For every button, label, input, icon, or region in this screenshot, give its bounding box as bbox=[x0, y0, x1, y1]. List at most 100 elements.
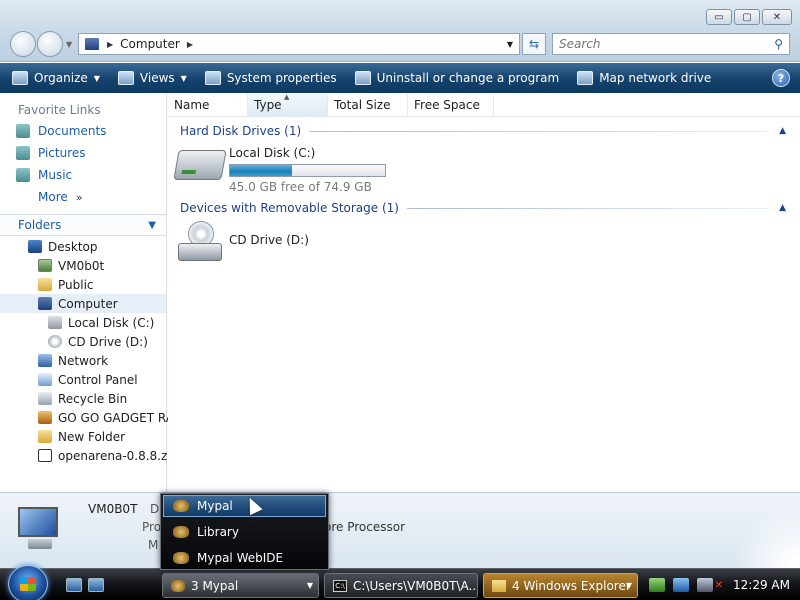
tree-item-label: openarena-0.8.8.zip bbox=[58, 448, 179, 463]
volume-icon[interactable] bbox=[696, 578, 713, 592]
task-label: 4 Windows Explorer bbox=[512, 578, 631, 593]
collapse-icon[interactable]: ▲ bbox=[779, 203, 786, 213]
maximize-button[interactable]: ▢ bbox=[734, 9, 760, 25]
tree-item-control-panel[interactable]: Control Panel bbox=[0, 370, 166, 389]
breadcrumb-separator[interactable]: ▶ bbox=[107, 40, 113, 49]
tree-item-user[interactable]: VM0b0t bbox=[0, 256, 166, 275]
minimize-button[interactable]: ▭ bbox=[706, 9, 732, 25]
title-bar: ▭ ▢ ✕ ▼ ▶ Computer ▶ ▼ ⇆ ⚲ bbox=[0, 0, 800, 62]
system-tray: ✕ 12:29 AM bbox=[648, 571, 800, 599]
group-divider bbox=[406, 207, 770, 209]
tree-item-new-folder[interactable]: New Folder bbox=[0, 427, 166, 446]
popup-item-webide[interactable]: Mypal WebIDE bbox=[161, 545, 328, 571]
favorite-link-documents[interactable]: Documents bbox=[0, 120, 166, 142]
computer-icon bbox=[14, 507, 66, 551]
tree-item-public[interactable]: Public bbox=[0, 275, 166, 294]
column-label: Free Space bbox=[414, 98, 480, 112]
tree-item-label: CD Drive (D:) bbox=[68, 334, 148, 349]
switch-windows-icon[interactable] bbox=[88, 578, 104, 592]
recent-pages-dropdown[interactable]: ▼ bbox=[66, 40, 72, 49]
refresh-button[interactable]: ⇆ bbox=[522, 33, 546, 55]
group-title: Devices with Removable Storage (1) bbox=[180, 201, 399, 215]
cd-icon bbox=[48, 335, 62, 348]
cd-drive-icon bbox=[178, 221, 222, 265]
group-header-removable[interactable]: Devices with Removable Storage (1) ▲ bbox=[168, 197, 800, 219]
organize-button[interactable]: Organize ▼ bbox=[12, 71, 100, 85]
tree-item-label: Computer bbox=[58, 296, 118, 311]
favorite-link-pictures[interactable]: Pictures bbox=[0, 142, 166, 164]
column-header-total-size[interactable]: Total Size bbox=[328, 93, 408, 117]
tree-item-zip[interactable]: openarena-0.8.8.zip bbox=[0, 446, 178, 465]
favorite-link-label: Documents bbox=[38, 124, 107, 138]
mypal-icon bbox=[173, 552, 189, 564]
column-header-name[interactable]: Name bbox=[168, 93, 248, 117]
column-header-type[interactable]: ▲ Type bbox=[248, 92, 328, 117]
chevron-down-icon: ▼ bbox=[93, 73, 100, 83]
address-dropdown[interactable]: ▼ bbox=[507, 40, 513, 49]
group-header-hard-disks[interactable]: Hard Disk Drives (1) ▲ bbox=[168, 120, 800, 142]
drive-name: Local Disk (C:) bbox=[229, 146, 316, 160]
computer-icon bbox=[38, 297, 52, 310]
uninstall-program-button[interactable]: Uninstall or change a program bbox=[354, 71, 559, 85]
disk-icon bbox=[48, 316, 62, 329]
popup-item-library[interactable]: Library bbox=[161, 519, 328, 545]
popup-item-label: Mypal bbox=[197, 499, 233, 513]
task-label: 3 Mypal bbox=[191, 578, 239, 593]
tree-item-label: Local Disk (C:) bbox=[68, 315, 155, 330]
favorite-link-music[interactable]: Music bbox=[0, 164, 166, 186]
taskbar-button-cmd[interactable]: C:\ C:\Users\VM0B0T\A... bbox=[324, 573, 478, 598]
column-header-free-space[interactable]: Free Space bbox=[408, 93, 494, 117]
taskbar-button-explorer[interactable]: 4 Windows Explorer ▼ bbox=[483, 573, 638, 598]
popup-item-mypal[interactable]: Mypal bbox=[163, 495, 326, 517]
system-properties-button[interactable]: System properties bbox=[204, 71, 337, 85]
tree-item-computer[interactable]: Computer bbox=[0, 294, 166, 313]
taskbar-button-mypal[interactable]: 3 Mypal ▼ bbox=[162, 573, 319, 598]
free-space-text: 45.0 GB free of 74.9 GB bbox=[229, 180, 372, 194]
collapse-icon[interactable]: ▲ bbox=[779, 126, 786, 136]
tree-item-desktop[interactable]: Desktop bbox=[0, 237, 166, 256]
system-tray-icon[interactable] bbox=[648, 578, 665, 592]
search-input[interactable] bbox=[559, 37, 759, 51]
tree-item-local-disk[interactable]: Local Disk (C:) bbox=[0, 313, 166, 332]
map-drive-icon bbox=[577, 71, 594, 85]
folders-header[interactable]: Folders ▼ bbox=[0, 214, 166, 236]
forward-button[interactable] bbox=[37, 31, 63, 57]
disk-usage-bar bbox=[229, 164, 386, 177]
show-desktop-icon[interactable] bbox=[66, 578, 82, 592]
chevron-down-icon: ▼ bbox=[625, 581, 632, 590]
mypal-icon bbox=[171, 579, 185, 592]
file-list: Name ▲ Type Total Size Free Space Hard D… bbox=[168, 92, 800, 492]
network-tray-icon[interactable] bbox=[672, 578, 689, 592]
breadcrumb-separator[interactable]: ▶ bbox=[187, 40, 193, 49]
breadcrumb-computer[interactable]: Computer bbox=[120, 37, 180, 51]
tree-item-cd-drive[interactable]: CD Drive (D:) bbox=[0, 332, 166, 351]
views-button[interactable]: Views ▼ bbox=[117, 71, 187, 85]
address-bar[interactable]: ▶ Computer ▶ ▼ bbox=[78, 33, 520, 55]
tree-item-gadget[interactable]: GO GO GADGET RA bbox=[0, 408, 174, 427]
chevron-down-icon: ▼ bbox=[148, 219, 156, 231]
more-links[interactable]: More » bbox=[0, 186, 166, 208]
hard-disk-icon bbox=[173, 150, 227, 180]
tree-item-network[interactable]: Network bbox=[0, 351, 166, 370]
search-icon[interactable]: ⚲ bbox=[774, 37, 783, 51]
drive-local-disk[interactable]: Local Disk (C:) 45.0 GB free of 74.9 GB bbox=[168, 142, 800, 196]
taskbar: 3 Mypal ▼ C:\ C:\Users\VM0B0T\A... 4 Win… bbox=[0, 565, 800, 600]
drive-name: CD Drive (D:) bbox=[229, 233, 309, 247]
close-button[interactable]: ✕ bbox=[762, 9, 792, 25]
drive-cd[interactable]: CD Drive (D:) bbox=[168, 219, 800, 273]
zip-icon bbox=[38, 449, 52, 462]
tree-item-recycle-bin[interactable]: Recycle Bin bbox=[0, 389, 166, 408]
start-button[interactable] bbox=[8, 565, 48, 600]
task-label: C:\Users\VM0B0T\A... bbox=[353, 578, 478, 593]
map-network-drive-button[interactable]: Map network drive bbox=[577, 71, 711, 85]
views-label: Views bbox=[139, 71, 175, 85]
help-button[interactable]: ? bbox=[772, 69, 790, 87]
mypal-icon bbox=[173, 500, 189, 512]
details-line-partial: Pro bbox=[142, 520, 162, 534]
sort-up-icon: ▲ bbox=[284, 92, 290, 101]
clock[interactable]: 12:29 AM bbox=[733, 578, 790, 592]
details-line-partial: D bbox=[150, 502, 160, 516]
monitor-stand bbox=[28, 539, 52, 549]
back-button[interactable] bbox=[10, 31, 36, 57]
drive-base-icon bbox=[178, 243, 222, 261]
